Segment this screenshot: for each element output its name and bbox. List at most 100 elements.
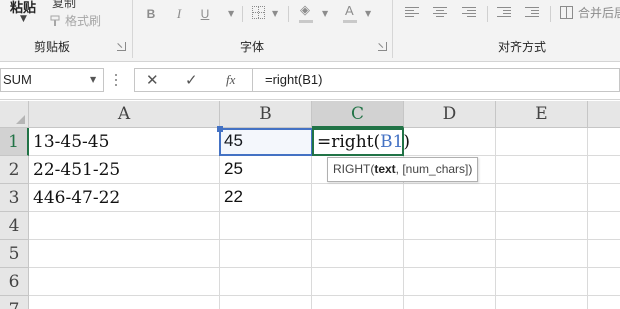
cell-f7[interactable] xyxy=(588,296,620,309)
cell-c3[interactable] xyxy=(312,184,404,212)
cell-c4[interactable] xyxy=(312,212,404,240)
cell-e4[interactable] xyxy=(496,212,588,240)
insert-function-icon[interactable]: fx xyxy=(226,72,235,88)
group-divider xyxy=(392,0,393,58)
format-painter-label: 格式刷 xyxy=(65,14,102,28)
row-header-3[interactable]: 3 xyxy=(0,184,29,212)
row-header-6[interactable]: 6 xyxy=(0,268,29,296)
cell-d6[interactable] xyxy=(404,268,496,296)
italic-button[interactable]: I xyxy=(174,5,184,23)
formula-suffix: ) xyxy=(403,132,411,152)
fill-color-dropdown-icon[interactable]: ▼ xyxy=(322,9,328,18)
column-header-b[interactable]: B xyxy=(220,101,312,128)
cell-e1[interactable] xyxy=(496,128,588,156)
cell-b6[interactable] xyxy=(220,268,312,296)
cell-c6[interactable] xyxy=(312,268,404,296)
cancel-icon[interactable]: ✕ xyxy=(146,71,159,89)
merge-center-icon[interactable] xyxy=(560,6,573,19)
cell-a7[interactable] xyxy=(29,296,220,309)
select-all-button[interactable] xyxy=(0,101,29,128)
cell-d7[interactable] xyxy=(404,296,496,309)
cell-f4[interactable] xyxy=(588,212,620,240)
clipboard-launcher-icon[interactable] xyxy=(117,42,126,51)
font-color-button[interactable]: A xyxy=(345,3,354,18)
row-header-7[interactable]: 7 xyxy=(0,296,29,309)
cell-f1[interactable] xyxy=(588,128,620,156)
cell-b1[interactable]: 45 xyxy=(220,128,312,156)
cell-e7[interactable] xyxy=(496,296,588,309)
cell-a6[interactable] xyxy=(29,268,220,296)
cell-b2[interactable]: 25 xyxy=(220,156,312,184)
fill-color-icon[interactable]: ◈ xyxy=(300,3,310,18)
cell-a5[interactable] xyxy=(29,240,220,268)
column-header-d[interactable]: D xyxy=(404,101,496,128)
tooltip-current-argument[interactable]: text xyxy=(374,162,395,176)
cell-d3[interactable] xyxy=(404,184,496,212)
formula-prefix: =right( xyxy=(317,132,381,152)
cell-b5[interactable] xyxy=(220,240,312,268)
formula-reference: B1 xyxy=(380,132,404,152)
row-header-4[interactable]: 4 xyxy=(0,212,29,240)
cell-d1[interactable] xyxy=(404,128,496,156)
cell-c5[interactable] xyxy=(312,240,404,268)
cell-b4[interactable] xyxy=(220,212,312,240)
name-box[interactable]: SUM xyxy=(0,68,104,92)
column-header-c[interactable]: C xyxy=(312,101,404,128)
underline-button[interactable]: U xyxy=(199,5,211,23)
merge-center-button[interactable]: 合并后居 xyxy=(578,4,620,21)
cell-f6[interactable] xyxy=(588,268,620,296)
align-left-icon[interactable] xyxy=(405,7,419,19)
clipboard-group-label: 剪贴板 xyxy=(34,40,71,54)
align-center-icon[interactable] xyxy=(433,7,447,19)
column-header-f[interactable] xyxy=(588,101,620,128)
cell-d4[interactable] xyxy=(404,212,496,240)
cell-f5[interactable] xyxy=(588,240,620,268)
bold-button[interactable]: B xyxy=(145,5,157,23)
enter-icon[interactable]: ✓ xyxy=(185,71,198,89)
cell-e5[interactable] xyxy=(496,240,588,268)
paste-dropdown-icon[interactable]: ▼ xyxy=(20,14,27,24)
function-tooltip[interactable]: RIGHT(text, [num_chars]) xyxy=(327,157,479,182)
fill-color-swatch xyxy=(299,20,313,23)
format-painter-button[interactable]: 格式刷 xyxy=(50,12,101,29)
decrease-indent-icon[interactable] xyxy=(497,7,511,19)
align-right-icon[interactable] xyxy=(462,7,476,19)
formula-bar-grip-icon[interactable] xyxy=(115,74,118,88)
cell-a3[interactable]: 446-47-22 xyxy=(29,184,220,212)
borders-icon[interactable] xyxy=(252,6,265,19)
font-group-label: 字体 xyxy=(240,40,265,54)
separator xyxy=(487,6,488,22)
cell-b3[interactable]: 22 xyxy=(220,184,312,212)
cell-a1[interactable]: 13-45-45 xyxy=(29,128,220,156)
cell-a4[interactable] xyxy=(29,212,220,240)
cell-a2[interactable]: 22-451-25 xyxy=(29,156,220,184)
cell-b7[interactable] xyxy=(220,296,312,309)
cell-c7[interactable] xyxy=(312,296,404,309)
cell-e3[interactable] xyxy=(496,184,588,212)
font-color-swatch xyxy=(343,20,357,23)
alignment-group-label: 对齐方式 xyxy=(498,40,547,54)
underline-dropdown-icon[interactable]: ▼ xyxy=(228,9,234,18)
separator xyxy=(242,6,243,22)
borders-dropdown-icon[interactable]: ▼ xyxy=(272,9,278,18)
column-header-a[interactable]: A xyxy=(29,101,220,128)
cell-e2[interactable] xyxy=(496,156,588,184)
row-header-5[interactable]: 5 xyxy=(0,240,29,268)
font-launcher-icon[interactable] xyxy=(378,42,387,51)
spreadsheet-grid: A B C D E 1 2 3 4 5 6 7 13-45-45 45 22-4… xyxy=(0,101,620,309)
tooltip-function-name[interactable]: RIGHT( xyxy=(333,162,374,176)
active-cell-c1[interactable]: =right(B1) xyxy=(312,128,410,156)
cell-d5[interactable] xyxy=(404,240,496,268)
formula-input[interactable]: =right(B1) xyxy=(252,68,620,92)
name-box-dropdown-icon[interactable]: ▼ xyxy=(90,75,96,84)
row-header-2[interactable]: 2 xyxy=(0,156,29,184)
cell-e6[interactable] xyxy=(496,268,588,296)
copy-button[interactable]: 复制 xyxy=(52,0,76,11)
row-header-1[interactable]: 1 xyxy=(0,128,29,156)
cell-f2[interactable] xyxy=(588,156,620,184)
font-color-dropdown-icon[interactable]: ▼ xyxy=(365,9,371,18)
format-painter-icon xyxy=(50,15,60,26)
column-header-e[interactable]: E xyxy=(496,101,588,128)
cell-f3[interactable] xyxy=(588,184,620,212)
increase-indent-icon[interactable] xyxy=(525,7,539,19)
